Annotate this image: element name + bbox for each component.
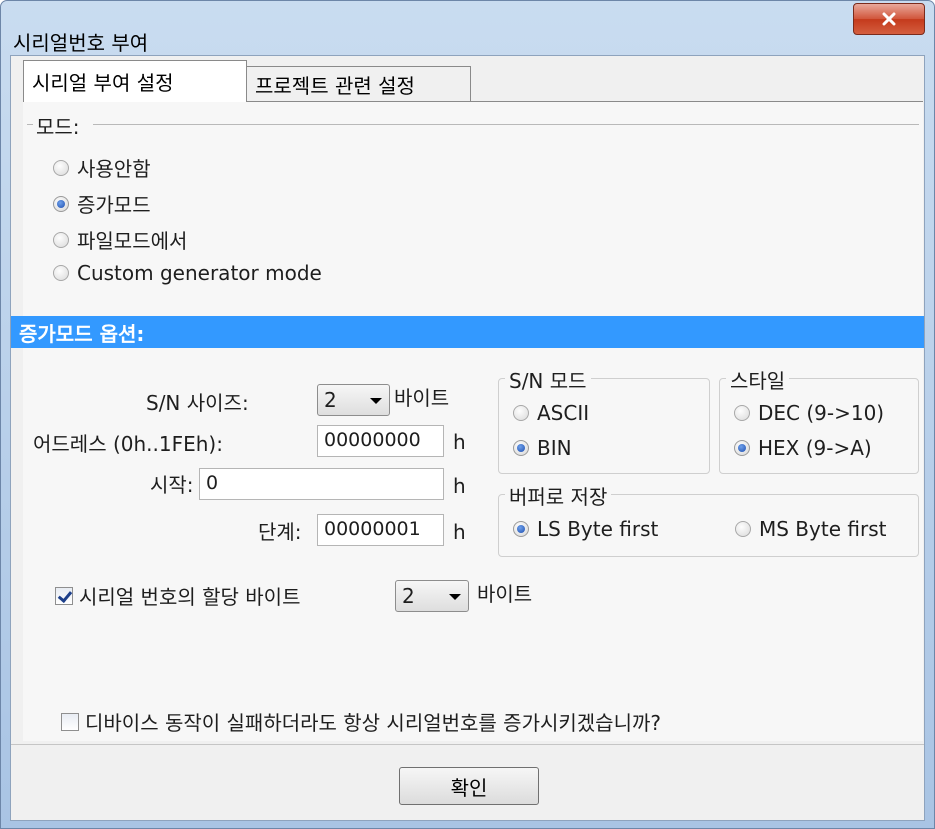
tab-strip: 시리얼 부여 설정 프로젝트 관련 설정: [11, 56, 926, 102]
mode-option-increment[interactable]: 증가모드: [53, 189, 151, 218]
radio-label: DEC (9->10): [758, 401, 885, 425]
ok-button-label: 확인: [450, 775, 488, 800]
radio-button[interactable]: [53, 231, 69, 248]
tab-label: 시리얼 부여 설정: [32, 71, 174, 95]
mode-option-custom[interactable]: Custom generator mode: [53, 261, 322, 285]
section-title: 증가모드 옵션:: [19, 321, 145, 346]
chevron-down-icon: [449, 594, 461, 600]
title-bar[interactable]: 시리얼번호 부여: [1, 1, 934, 55]
radio-label: ASCII: [537, 401, 590, 425]
checkbox-label: 시리얼 번호의 할당 바이트: [79, 585, 301, 609]
radio-button[interactable]: [513, 521, 529, 537]
address-unit: h: [453, 430, 466, 454]
increment-on-fail-row[interactable]: 디바이스 동작이 실패하더라도 항상 시리얼번호를 증가시키겠습니까?: [61, 707, 661, 736]
radio-button[interactable]: [734, 405, 750, 421]
style-group: 스타일 DEC (9->10) HEX (9->A): [719, 365, 919, 474]
increment-options-header: 증가모드 옵션:: [11, 316, 924, 348]
radio-button[interactable]: [53, 159, 69, 176]
start-value: 0: [206, 472, 219, 494]
radio-label: 증가모드: [77, 193, 151, 217]
sn-mode-group: S/N 모드 ASCII BIN: [498, 365, 710, 474]
style-title: 스타일: [726, 365, 790, 394]
window-title: 시리얼번호 부여: [13, 31, 149, 55]
close-icon: [882, 12, 896, 26]
style-hex[interactable]: HEX (9->A): [734, 436, 872, 460]
style-dec[interactable]: DEC (9->10): [734, 401, 884, 425]
step-input[interactable]: 00000001: [317, 514, 444, 546]
tab-serial-settings[interactable]: 시리얼 부여 설정: [23, 60, 247, 102]
radio-button[interactable]: [513, 405, 529, 421]
combo-value: 2: [324, 388, 337, 412]
mode-option-disabled[interactable]: 사용안함: [53, 153, 151, 182]
combo-value: 2: [402, 584, 415, 608]
radio-label: 파일모드에서: [77, 229, 188, 253]
buffer-save-title: 버퍼로 저장: [505, 481, 612, 510]
mode-group-label: 모드:: [33, 111, 83, 140]
radio-button[interactable]: [735, 521, 751, 537]
tab-project-settings[interactable]: 프로젝트 관련 설정: [247, 66, 471, 102]
start-unit: h: [453, 474, 466, 498]
step-value: 00000001: [324, 518, 421, 540]
tab-label: 프로젝트 관련 설정: [255, 74, 415, 98]
radio-label: 사용안함: [77, 157, 151, 181]
dialog-window: 시리얼번호 부여 시리얼 부여 설정 프로젝트 관련 설정 모드: 사용안함 증…: [0, 0, 935, 829]
dialog-client-area: 시리얼 부여 설정 프로젝트 관련 설정 모드: 사용안함 증가모드 파일모드에…: [10, 55, 925, 821]
radio-button[interactable]: [53, 265, 69, 281]
sn-size-unit: 바이트: [394, 386, 450, 410]
sn-size-combo[interactable]: 2: [317, 384, 390, 416]
buffer-ls-first[interactable]: LS Byte first: [513, 517, 658, 541]
ok-button[interactable]: 확인: [399, 767, 539, 805]
radio-label: BIN: [537, 436, 572, 460]
radio-label: HEX (9->A): [758, 436, 872, 460]
radio-label: Custom generator mode: [77, 261, 322, 285]
radio-label: LS Byte first: [537, 517, 659, 541]
alloc-bytes-checkbox-row[interactable]: 시리얼 번호의 할당 바이트: [55, 581, 300, 610]
radio-label: MS Byte first: [759, 517, 887, 541]
sn-mode-bin[interactable]: BIN: [513, 436, 572, 460]
increment-on-fail-checkbox[interactable]: [61, 712, 79, 731]
start-input[interactable]: 0: [199, 468, 444, 500]
buffer-save-group: 버퍼로 저장 LS Byte first MS Byte first: [498, 481, 919, 557]
sn-size-label: S/N 사이즈:: [146, 391, 249, 415]
radio-button[interactable]: [53, 195, 69, 212]
alloc-bytes-checkbox[interactable]: [55, 586, 73, 605]
mode-option-file[interactable]: 파일모드에서: [53, 225, 187, 254]
alloc-bytes-unit: 바이트: [477, 582, 533, 606]
checkbox-label: 디바이스 동작이 실패하더라도 항상 시리얼번호를 증가시키겠습니까?: [85, 711, 662, 735]
start-label: 시작:: [150, 473, 194, 497]
radio-button[interactable]: [734, 440, 750, 456]
radio-button[interactable]: [513, 440, 529, 456]
address-value: 00000000: [324, 429, 421, 451]
close-button[interactable]: [853, 3, 925, 35]
address-label: 어드레스 (0h..1FEh):: [33, 432, 223, 456]
address-input[interactable]: 00000000: [317, 425, 444, 457]
alloc-bytes-combo[interactable]: 2: [395, 580, 469, 612]
step-label: 단계:: [258, 520, 302, 544]
chevron-down-icon: [370, 398, 382, 404]
sn-mode-ascii[interactable]: ASCII: [513, 401, 589, 425]
buffer-ms-first[interactable]: MS Byte first: [735, 517, 886, 541]
footer-divider: [11, 744, 924, 745]
sn-mode-title: S/N 모드: [505, 365, 591, 394]
step-unit: h: [453, 520, 466, 544]
group-line: [93, 124, 919, 125]
